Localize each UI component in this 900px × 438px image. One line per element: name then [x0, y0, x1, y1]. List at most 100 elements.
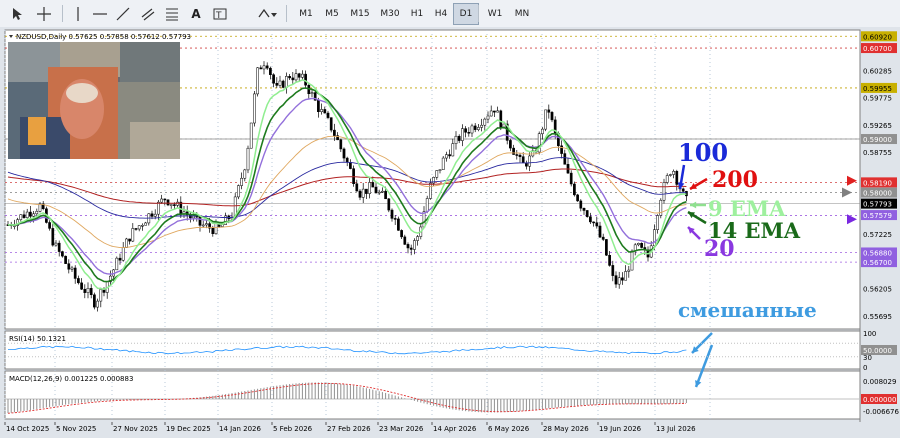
candle-body [125, 238, 128, 248]
price-axis-label: 0.55695 [863, 313, 892, 321]
text-tool-icon[interactable]: A [186, 3, 206, 25]
arrows-tool-icon[interactable] [254, 3, 280, 25]
date-label: 14 Apr 2026 [433, 425, 477, 433]
candle-body [118, 257, 122, 261]
macd-axis-label: 0.000000 [861, 394, 897, 404]
price-axis-label: 0.57579 [861, 210, 897, 221]
date-label: 28 May 2026 [543, 425, 589, 433]
cursor-icon[interactable] [7, 3, 27, 25]
candle-body [656, 215, 659, 230]
candle-body [598, 225, 602, 238]
price-label-text: 0.60920 [863, 33, 892, 41]
price-axis-label: 0.57793 [861, 198, 897, 209]
price-axis-label: 0.59955 [861, 82, 897, 93]
price-axis-label: 0.58755 [863, 149, 892, 157]
candle-body [416, 236, 419, 241]
candle-body [579, 200, 583, 209]
timeframe-mn[interactable]: MN [508, 3, 536, 25]
price-axis-label: 0.59775 [863, 95, 892, 103]
candle-body [397, 218, 400, 231]
timeframe-d1[interactable]: D1 [453, 3, 479, 25]
candle-body [409, 247, 413, 250]
candle-body [585, 210, 589, 217]
date-label: 14 Jan 2026 [219, 425, 262, 433]
candle-body [518, 154, 522, 157]
candle-body [470, 125, 474, 134]
candle-body [77, 278, 80, 284]
label-tool-icon[interactable]: T [210, 3, 230, 25]
price-label-text: 0.58000 [863, 190, 892, 198]
timeframe-m15[interactable]: M15 [345, 3, 375, 25]
date-label: 14 Oct 2025 [6, 425, 49, 433]
trendline-icon[interactable] [113, 3, 133, 25]
price-axis-label: 0.60920 [861, 31, 897, 42]
price-axis-label: 0.59000 [861, 134, 897, 145]
candle-body [669, 174, 672, 176]
price-label-text: 0.57579 [863, 212, 892, 220]
candle-body [461, 128, 464, 141]
candle-body [272, 74, 275, 84]
candle-body [137, 225, 141, 230]
candle-body [201, 224, 205, 227]
candle-body [246, 147, 250, 171]
candle-body [144, 222, 147, 226]
candle-body [73, 267, 77, 279]
vertical-line-icon[interactable] [68, 3, 88, 25]
macd-axis-label: 0.008029 [863, 378, 896, 386]
fibonacci-icon[interactable] [162, 3, 182, 25]
timeframe-h1[interactable]: H1 [405, 3, 429, 25]
candle-body [57, 242, 61, 252]
horizontal-line-icon[interactable] [90, 3, 110, 25]
candle-body [435, 170, 439, 178]
candle-body [371, 182, 375, 188]
candle-body [329, 117, 333, 131]
candle-body [198, 216, 202, 226]
candle-body [205, 223, 208, 226]
date-label: 6 May 2026 [488, 425, 530, 433]
timeframe-h4[interactable]: H4 [429, 3, 453, 25]
price-axis-label: 0.60700 [861, 43, 897, 54]
candle-body [569, 172, 573, 185]
crosshair-icon[interactable] [34, 3, 54, 25]
candle-body [249, 122, 253, 149]
rsi-level-text: 30 [863, 354, 872, 362]
candle-body [339, 139, 343, 150]
price-label-text: 0.56700 [863, 259, 892, 267]
candle-body [368, 182, 371, 194]
candle-body [19, 214, 23, 220]
candle-body [349, 162, 352, 169]
candle-body [281, 80, 285, 88]
price-axis-label: 0.56880 [861, 247, 897, 258]
timeframe-m1[interactable]: M1 [293, 3, 319, 25]
price-label-text: 0.56880 [863, 249, 892, 257]
timeframe-w1[interactable]: W1 [482, 3, 508, 25]
channel-icon[interactable] [138, 3, 158, 25]
candle-body [621, 277, 624, 281]
candle-body [477, 127, 480, 130]
timeframe-m30[interactable]: M30 [375, 3, 405, 25]
timeframe-m5[interactable]: M5 [319, 3, 345, 25]
candle-body [67, 263, 71, 270]
candle-body [662, 182, 666, 201]
candle-body [294, 73, 298, 81]
candle-body [163, 198, 167, 201]
price-axis-label: 0.58190 [861, 177, 897, 188]
candle-body [592, 221, 595, 224]
candle-body [275, 83, 279, 86]
price-label-text: 0.58190 [863, 179, 892, 187]
candle-body [627, 269, 631, 272]
candle-body [86, 288, 90, 293]
candle-body [665, 175, 669, 183]
price-axis-label: 0.59265 [863, 122, 892, 130]
date-label: 5 Nov 2025 [56, 425, 96, 433]
candle-body [560, 145, 563, 154]
candle-body [51, 228, 55, 246]
rsi-axis-label: 0 [863, 364, 867, 372]
candle-body [310, 92, 314, 95]
candle-body [675, 171, 679, 185]
candle-body [153, 213, 157, 217]
candle-body [355, 183, 359, 192]
candle-body [384, 190, 387, 200]
candle-body [512, 147, 515, 155]
price-label-text: 0.58755 [863, 149, 892, 157]
